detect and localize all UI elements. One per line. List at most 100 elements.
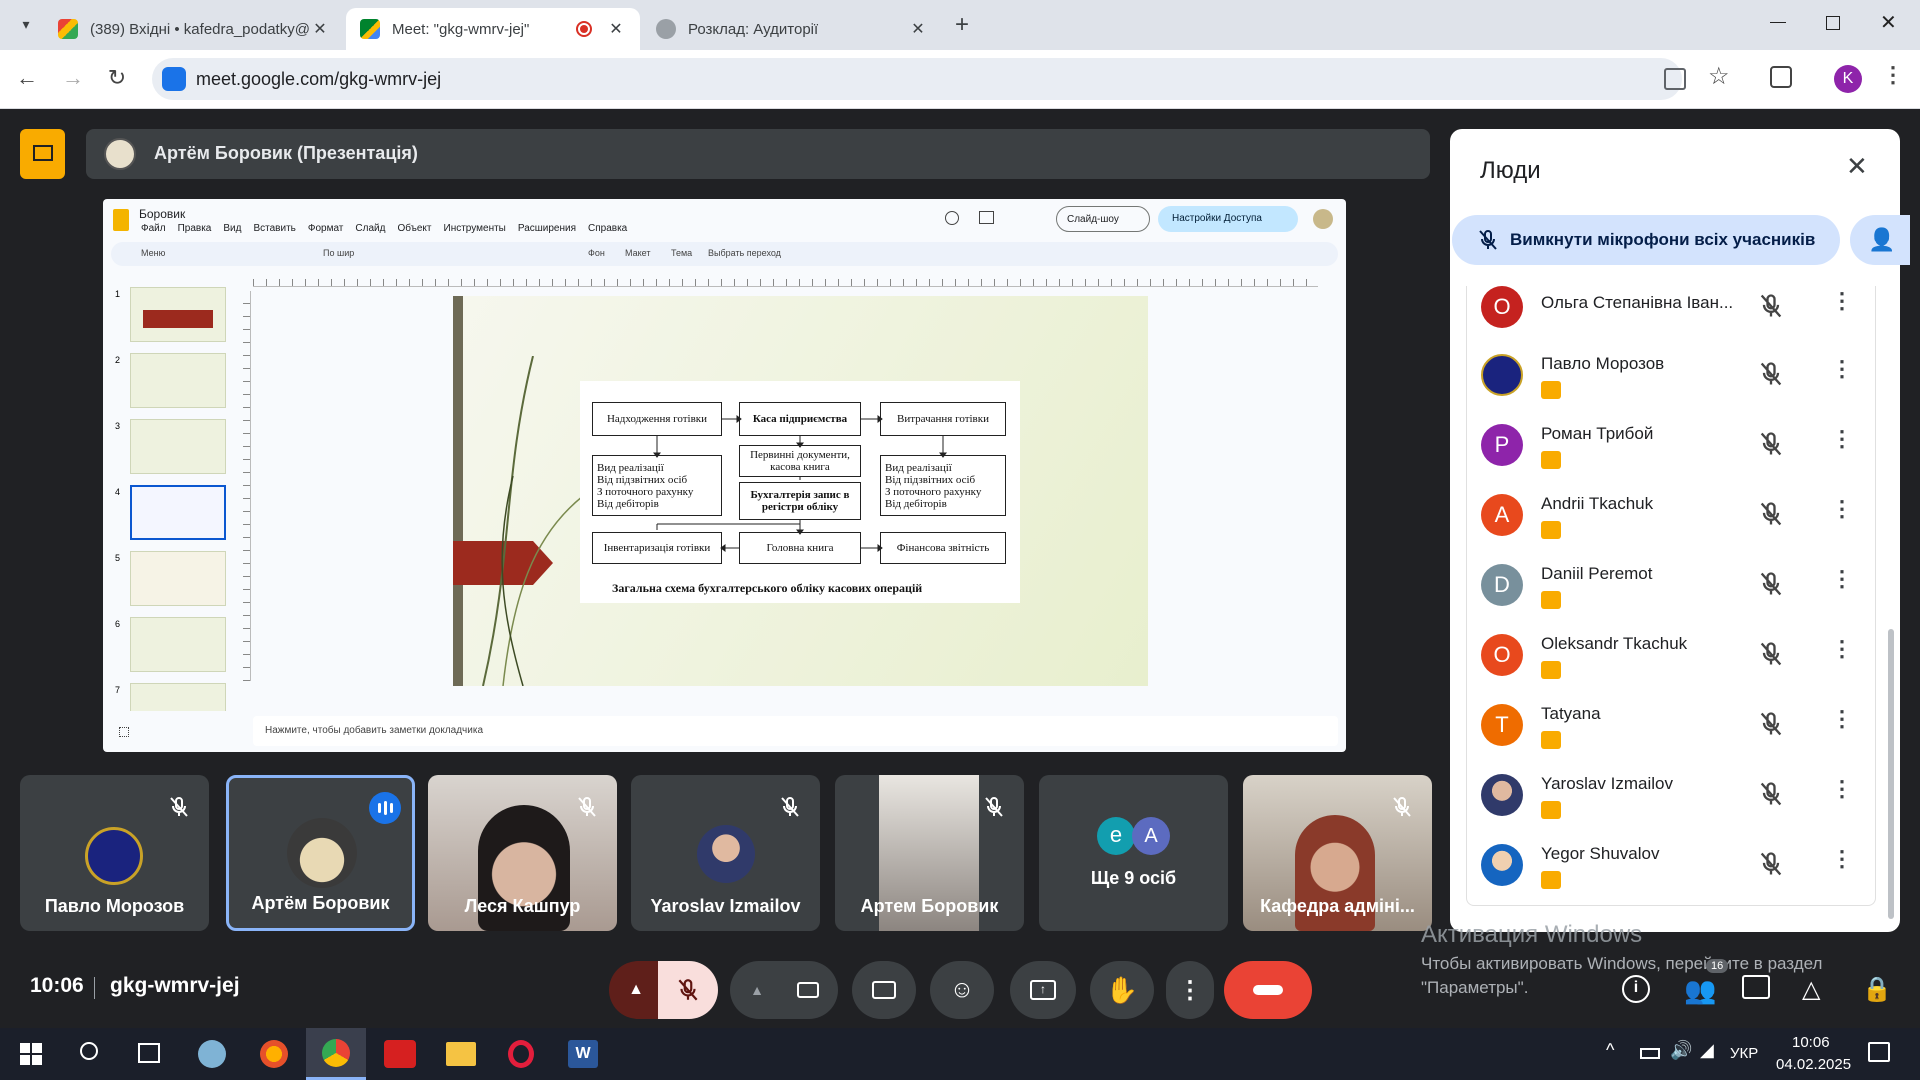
reload-icon[interactable]: ↻ xyxy=(102,63,132,93)
close-panel-icon[interactable]: ✕ xyxy=(1846,151,1868,182)
background-button[interactable]: Фон xyxy=(588,248,605,258)
extensions-icon[interactable] xyxy=(1770,66,1792,88)
mic-off-icon[interactable] xyxy=(1757,640,1785,668)
paint-app-icon[interactable] xyxy=(198,1040,226,1068)
mic-off-icon[interactable] xyxy=(1757,360,1785,388)
toolbar-menu-search[interactable]: Меню xyxy=(141,248,165,258)
tab-list-chevron-icon[interactable]: ▾ xyxy=(14,12,38,36)
keyboard-language[interactable]: УКР xyxy=(1730,1045,1758,1062)
menu-slide[interactable]: Слайд xyxy=(355,223,385,234)
mic-off-icon[interactable] xyxy=(1757,850,1785,878)
file-explorer-icon[interactable] xyxy=(446,1042,476,1066)
menu-file[interactable]: Файл xyxy=(141,223,166,234)
network-icon[interactable]: ◢ xyxy=(1700,1040,1714,1061)
speaker-notes[interactable]: Нажмите, чтобы добавить заметки докладчи… xyxy=(253,716,1338,746)
chrome-taskbar-icon[interactable] xyxy=(306,1028,366,1080)
person-more-icon[interactable]: ⋮ xyxy=(1831,636,1853,662)
person-more-icon[interactable]: ⋮ xyxy=(1831,566,1853,592)
battery-icon[interactable] xyxy=(1640,1048,1660,1059)
restore-window-icon[interactable] xyxy=(1826,16,1840,30)
translate-icon[interactable] xyxy=(1664,68,1686,90)
person-more-icon[interactable]: ⋮ xyxy=(1831,496,1853,522)
share-button[interactable]: Настройки Доступа xyxy=(1158,206,1298,232)
menu-edit[interactable]: Правка xyxy=(178,223,212,234)
slide-thumbnail[interactable] xyxy=(130,419,226,474)
activities-icon[interactable]: △ xyxy=(1802,975,1820,1004)
slide-thumbnail[interactable] xyxy=(130,683,226,711)
tab-meet[interactable]: Meet: "gkg-wmrv-jej" ✕ xyxy=(346,8,640,50)
windows-start-icon[interactable] xyxy=(20,1043,42,1065)
task-view-icon[interactable] xyxy=(138,1043,160,1063)
slide-thumbnail[interactable] xyxy=(130,551,226,606)
grid-view-icon[interactable] xyxy=(119,727,129,737)
leave-call-button[interactable] xyxy=(1224,961,1312,1019)
menu-format[interactable]: Формат xyxy=(308,223,344,234)
participant-tile[interactable]: Леся Кашпур xyxy=(428,775,617,931)
close-window-icon[interactable]: ✕ xyxy=(1880,10,1897,35)
slide-thumbnail[interactable] xyxy=(130,353,226,408)
stop-presenting-icon[interactable] xyxy=(20,129,65,179)
transition-button[interactable]: Выбрать переход xyxy=(708,248,781,258)
more-options-button[interactable]: ⋮ xyxy=(1166,961,1214,1019)
back-icon[interactable]: ← xyxy=(12,63,42,93)
chat-icon[interactable] xyxy=(1742,975,1770,999)
mic-off-icon[interactable] xyxy=(1757,292,1785,320)
close-tab-icon[interactable]: ✕ xyxy=(310,19,330,39)
notifications-icon[interactable] xyxy=(1868,1042,1890,1062)
add-people-button[interactable]: 👤 xyxy=(1850,215,1910,265)
layout-button[interactable]: Макет xyxy=(625,248,650,258)
person-more-icon[interactable]: ⋮ xyxy=(1831,846,1853,872)
menu-object[interactable]: Объект xyxy=(397,223,431,234)
audio-options-button[interactable]: ▲ xyxy=(609,961,663,1019)
participant-tile[interactable]: Павло Морозов xyxy=(20,775,209,931)
firefox-icon[interactable] xyxy=(260,1040,288,1068)
close-tab-icon[interactable]: ✕ xyxy=(606,19,626,39)
site-info-icon[interactable] xyxy=(162,67,186,91)
mute-all-button[interactable]: Вимкнути мікрофони всіх учасників xyxy=(1452,215,1840,265)
person-row[interactable]: T Tatyana ⋮ xyxy=(1481,696,1875,756)
tab-schedule[interactable]: Розклад: Аудиторії ✕ xyxy=(642,8,942,50)
participant-tile[interactable]: Yaroslav Izmailov xyxy=(631,775,820,931)
slideshow-button[interactable]: Слайд-шоу xyxy=(1056,206,1150,232)
minimize-window-icon[interactable] xyxy=(1770,22,1786,23)
mic-off-icon[interactable] xyxy=(1757,710,1785,738)
meeting-details-icon[interactable]: i xyxy=(1622,975,1650,1003)
person-row[interactable]: Yaroslav Izmailov ⋮ xyxy=(1481,766,1875,826)
profile-avatar[interactable]: K xyxy=(1834,65,1862,93)
video-options-button[interactable]: ▲ xyxy=(730,961,784,1019)
forward-icon[interactable]: → xyxy=(58,63,88,93)
more-participants-tile[interactable]: e A Ще 9 осіб xyxy=(1039,775,1228,931)
person-more-icon[interactable]: ⋮ xyxy=(1831,776,1853,802)
opera-icon[interactable] xyxy=(508,1040,534,1068)
tab-gmail[interactable]: (389) Вхідні • kafedra_podatky@ ✕ xyxy=(44,8,344,50)
account-avatar[interactable] xyxy=(1313,209,1333,229)
person-row[interactable]: A Andrii Tkachuk ⋮ xyxy=(1481,486,1875,546)
mic-off-icon[interactable] xyxy=(1757,500,1785,528)
person-more-icon[interactable]: ⋮ xyxy=(1831,288,1853,314)
person-row[interactable]: Yegor Shuvalov ⋮ xyxy=(1481,836,1875,896)
participant-tile[interactable]: Артем Боровик xyxy=(835,775,1024,931)
captions-button[interactable] xyxy=(852,961,916,1019)
menu-view[interactable]: Вид xyxy=(223,223,241,234)
word-icon[interactable]: W xyxy=(568,1040,598,1068)
taskbar-time[interactable]: 10:06 xyxy=(1792,1034,1830,1051)
search-icon[interactable] xyxy=(80,1042,98,1060)
host-controls-icon[interactable]: 🔒 xyxy=(1862,975,1892,1004)
reactions-button[interactable]: ☺ xyxy=(930,961,994,1019)
tray-chevron-icon[interactable]: ^ xyxy=(1606,1040,1614,1061)
people-list-scrollbar[interactable] xyxy=(1888,629,1894,919)
menu-tools[interactable]: Инструменты xyxy=(444,223,506,234)
address-bar[interactable]: meet.google.com/gkg-wmrv-jej ☆ xyxy=(152,58,1730,100)
new-tab-button[interactable]: + xyxy=(950,10,974,40)
participant-tile[interactable]: Кафедра адміні... xyxy=(1243,775,1432,931)
browser-menu-icon[interactable]: ⋮ xyxy=(1882,62,1904,88)
zoom-select[interactable]: По шир xyxy=(323,248,354,258)
person-row[interactable]: Павло Морозов ⋮ xyxy=(1481,346,1875,406)
person-row[interactable]: Р Роман Трибой ⋮ xyxy=(1481,416,1875,476)
present-screen-button[interactable]: ↑ xyxy=(1010,961,1076,1019)
comments-icon[interactable] xyxy=(979,211,994,224)
bookmark-star-icon[interactable]: ☆ xyxy=(1708,62,1730,91)
mic-off-icon[interactable] xyxy=(1757,780,1785,808)
mic-off-icon[interactable] xyxy=(1757,430,1785,458)
mic-off-icon[interactable] xyxy=(1757,570,1785,598)
